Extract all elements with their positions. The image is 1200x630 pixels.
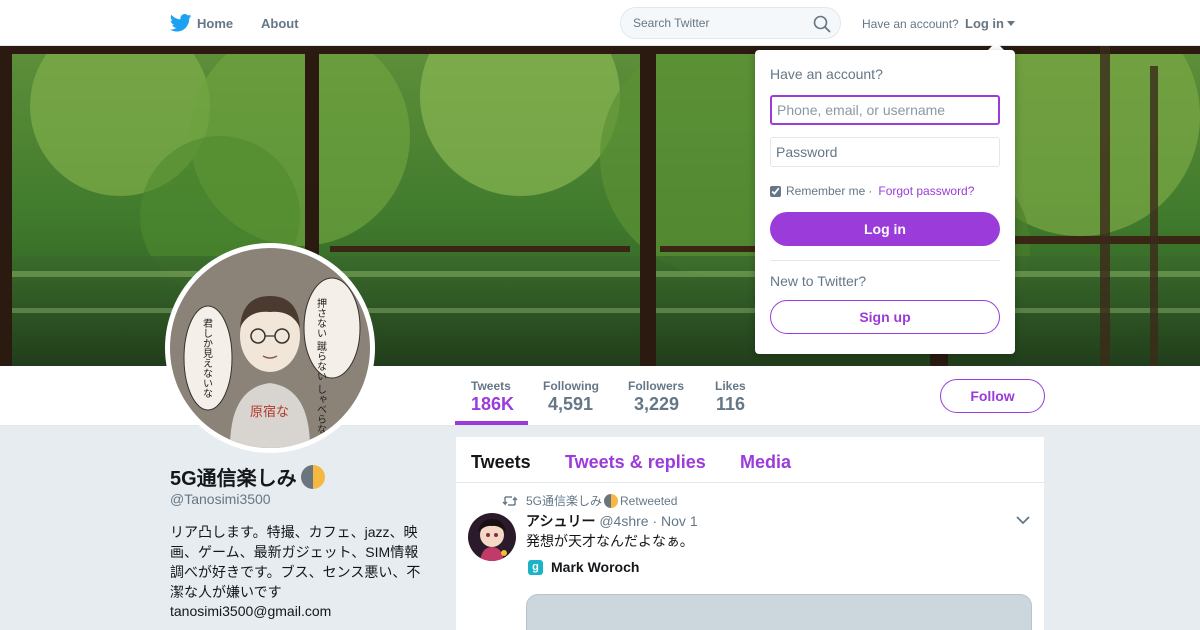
tab-tweets[interactable]: Tweets (471, 452, 531, 473)
stat-value: 3,229 (634, 394, 680, 414)
profile-screen-name[interactable]: @Tanosimi3500 (170, 491, 271, 507)
chevron-down-icon[interactable] (1016, 515, 1030, 525)
tweet-text: 発想が天才なんだよなぁ。 (526, 533, 694, 549)
tweet-separator: · (652, 513, 658, 529)
caret-down-icon[interactable] (1007, 21, 1015, 26)
twitter-bird-icon[interactable] (170, 14, 192, 32)
last-quarter-moon-icon (604, 493, 619, 508)
quoted-tweet-author[interactable]: g Mark Woroch (528, 559, 639, 575)
remember-me-checkbox[interactable] (770, 185, 781, 197)
remember-me-row: Remember me · Forgot password? (770, 184, 974, 198)
timeline: Tweets Tweets & replies Media 5G通信楽しみ Re… (456, 437, 1044, 630)
stat-likes[interactable]: Likes 116 (715, 379, 746, 415)
search-box (620, 7, 841, 39)
avatar-drawing-image: 押さない 蹴らない しゃべらない 君しか見えないな 原宿な (170, 248, 370, 448)
stat-value: 4,591 (548, 394, 594, 414)
username-field[interactable] (770, 95, 1000, 125)
profile-bio: リア凸します。特撮、カフェ、jazz、映画、ゲーム、最新ガジェット、SIM情報調… (170, 524, 421, 600)
avatar-bubble-left: 君しか見えないな (201, 318, 213, 398)
stat-label: Likes (715, 379, 746, 393)
tweet-date[interactable]: Nov 1 (661, 513, 698, 529)
app-badge-icon: g (528, 559, 543, 575)
stat-label: Following (543, 379, 599, 393)
password-field[interactable] (770, 137, 1000, 167)
tab-tweets-replies[interactable]: Tweets & replies (565, 452, 706, 473)
search-input[interactable] (633, 8, 813, 38)
tab-media[interactable]: Media (740, 452, 791, 473)
timeline-tabs: Tweets Tweets & replies Media (456, 437, 1044, 483)
signup-button[interactable]: Sign up (770, 300, 1000, 334)
new-to-twitter-text: New to Twitter? (770, 273, 867, 289)
stat-value: 116 (716, 394, 746, 414)
dropdown-divider (770, 260, 1000, 261)
separator-dot: · (868, 184, 873, 198)
last-quarter-moon-icon (300, 464, 325, 489)
stat-tweets[interactable]: Tweets 186K (471, 379, 514, 415)
nav-about-link[interactable]: About (261, 16, 299, 31)
retweet-icon (502, 495, 518, 506)
avatar-shirt-text: 原宿な (250, 404, 289, 420)
stat-followers[interactable]: Followers 3,229 (628, 379, 684, 415)
profile-display-name[interactable]: 5G通信楽しみ (170, 462, 325, 491)
quoted-author-name: Mark Woroch (551, 559, 640, 575)
display-name-text: 5G通信楽しみ (170, 468, 297, 490)
tweet-header: アシュリー @4shre · Nov 1 (526, 511, 698, 531)
login-button[interactable]: Log in (770, 212, 1000, 246)
stat-label: Followers (628, 379, 685, 393)
tweet-media-card[interactable] (526, 594, 1032, 630)
forgot-password-link[interactable]: Forgot password? (878, 184, 974, 198)
follow-button[interactable]: Follow (940, 379, 1045, 413)
avatar-bubble-right: 押さない 蹴らない しゃべらない (315, 297, 327, 445)
stat-label: Tweets (471, 379, 511, 393)
tweet-author-handle[interactable]: @4shre (599, 513, 648, 529)
tweet-author-avatar[interactable] (468, 513, 516, 561)
login-dropdown-toggle[interactable]: Log in (965, 16, 1004, 31)
top-navigation-bar: Home About Have an account? Log in (0, 0, 1200, 46)
stat-value: 186K (471, 394, 515, 414)
search-icon[interactable] (813, 15, 831, 33)
have-account-text: Have an account? (862, 17, 959, 31)
login-dropdown: Have an account? Remember me · Forgot pa… (755, 50, 1015, 354)
retweeted-label: Retweeted (620, 493, 678, 508)
active-stat-underline (455, 421, 528, 425)
stat-following[interactable]: Following 4,591 (543, 379, 599, 415)
tweet-author-name[interactable]: アシュリー (526, 513, 595, 529)
dropdown-arrow (988, 42, 1004, 50)
profile-email: tanosimi3500@gmail.com (170, 603, 332, 619)
dropdown-title: Have an account? (770, 66, 883, 82)
retweeter-name[interactable]: 5G通信楽しみ (526, 492, 602, 509)
retweet-context: 5G通信楽しみ Retweeted (502, 492, 677, 509)
profile-avatar[interactable]: 押さない 蹴らない しゃべらない 君しか見えないな 原宿な (165, 243, 375, 453)
nav-home-link[interactable]: Home (197, 16, 233, 31)
remember-me-label[interactable]: Remember me (786, 184, 865, 198)
